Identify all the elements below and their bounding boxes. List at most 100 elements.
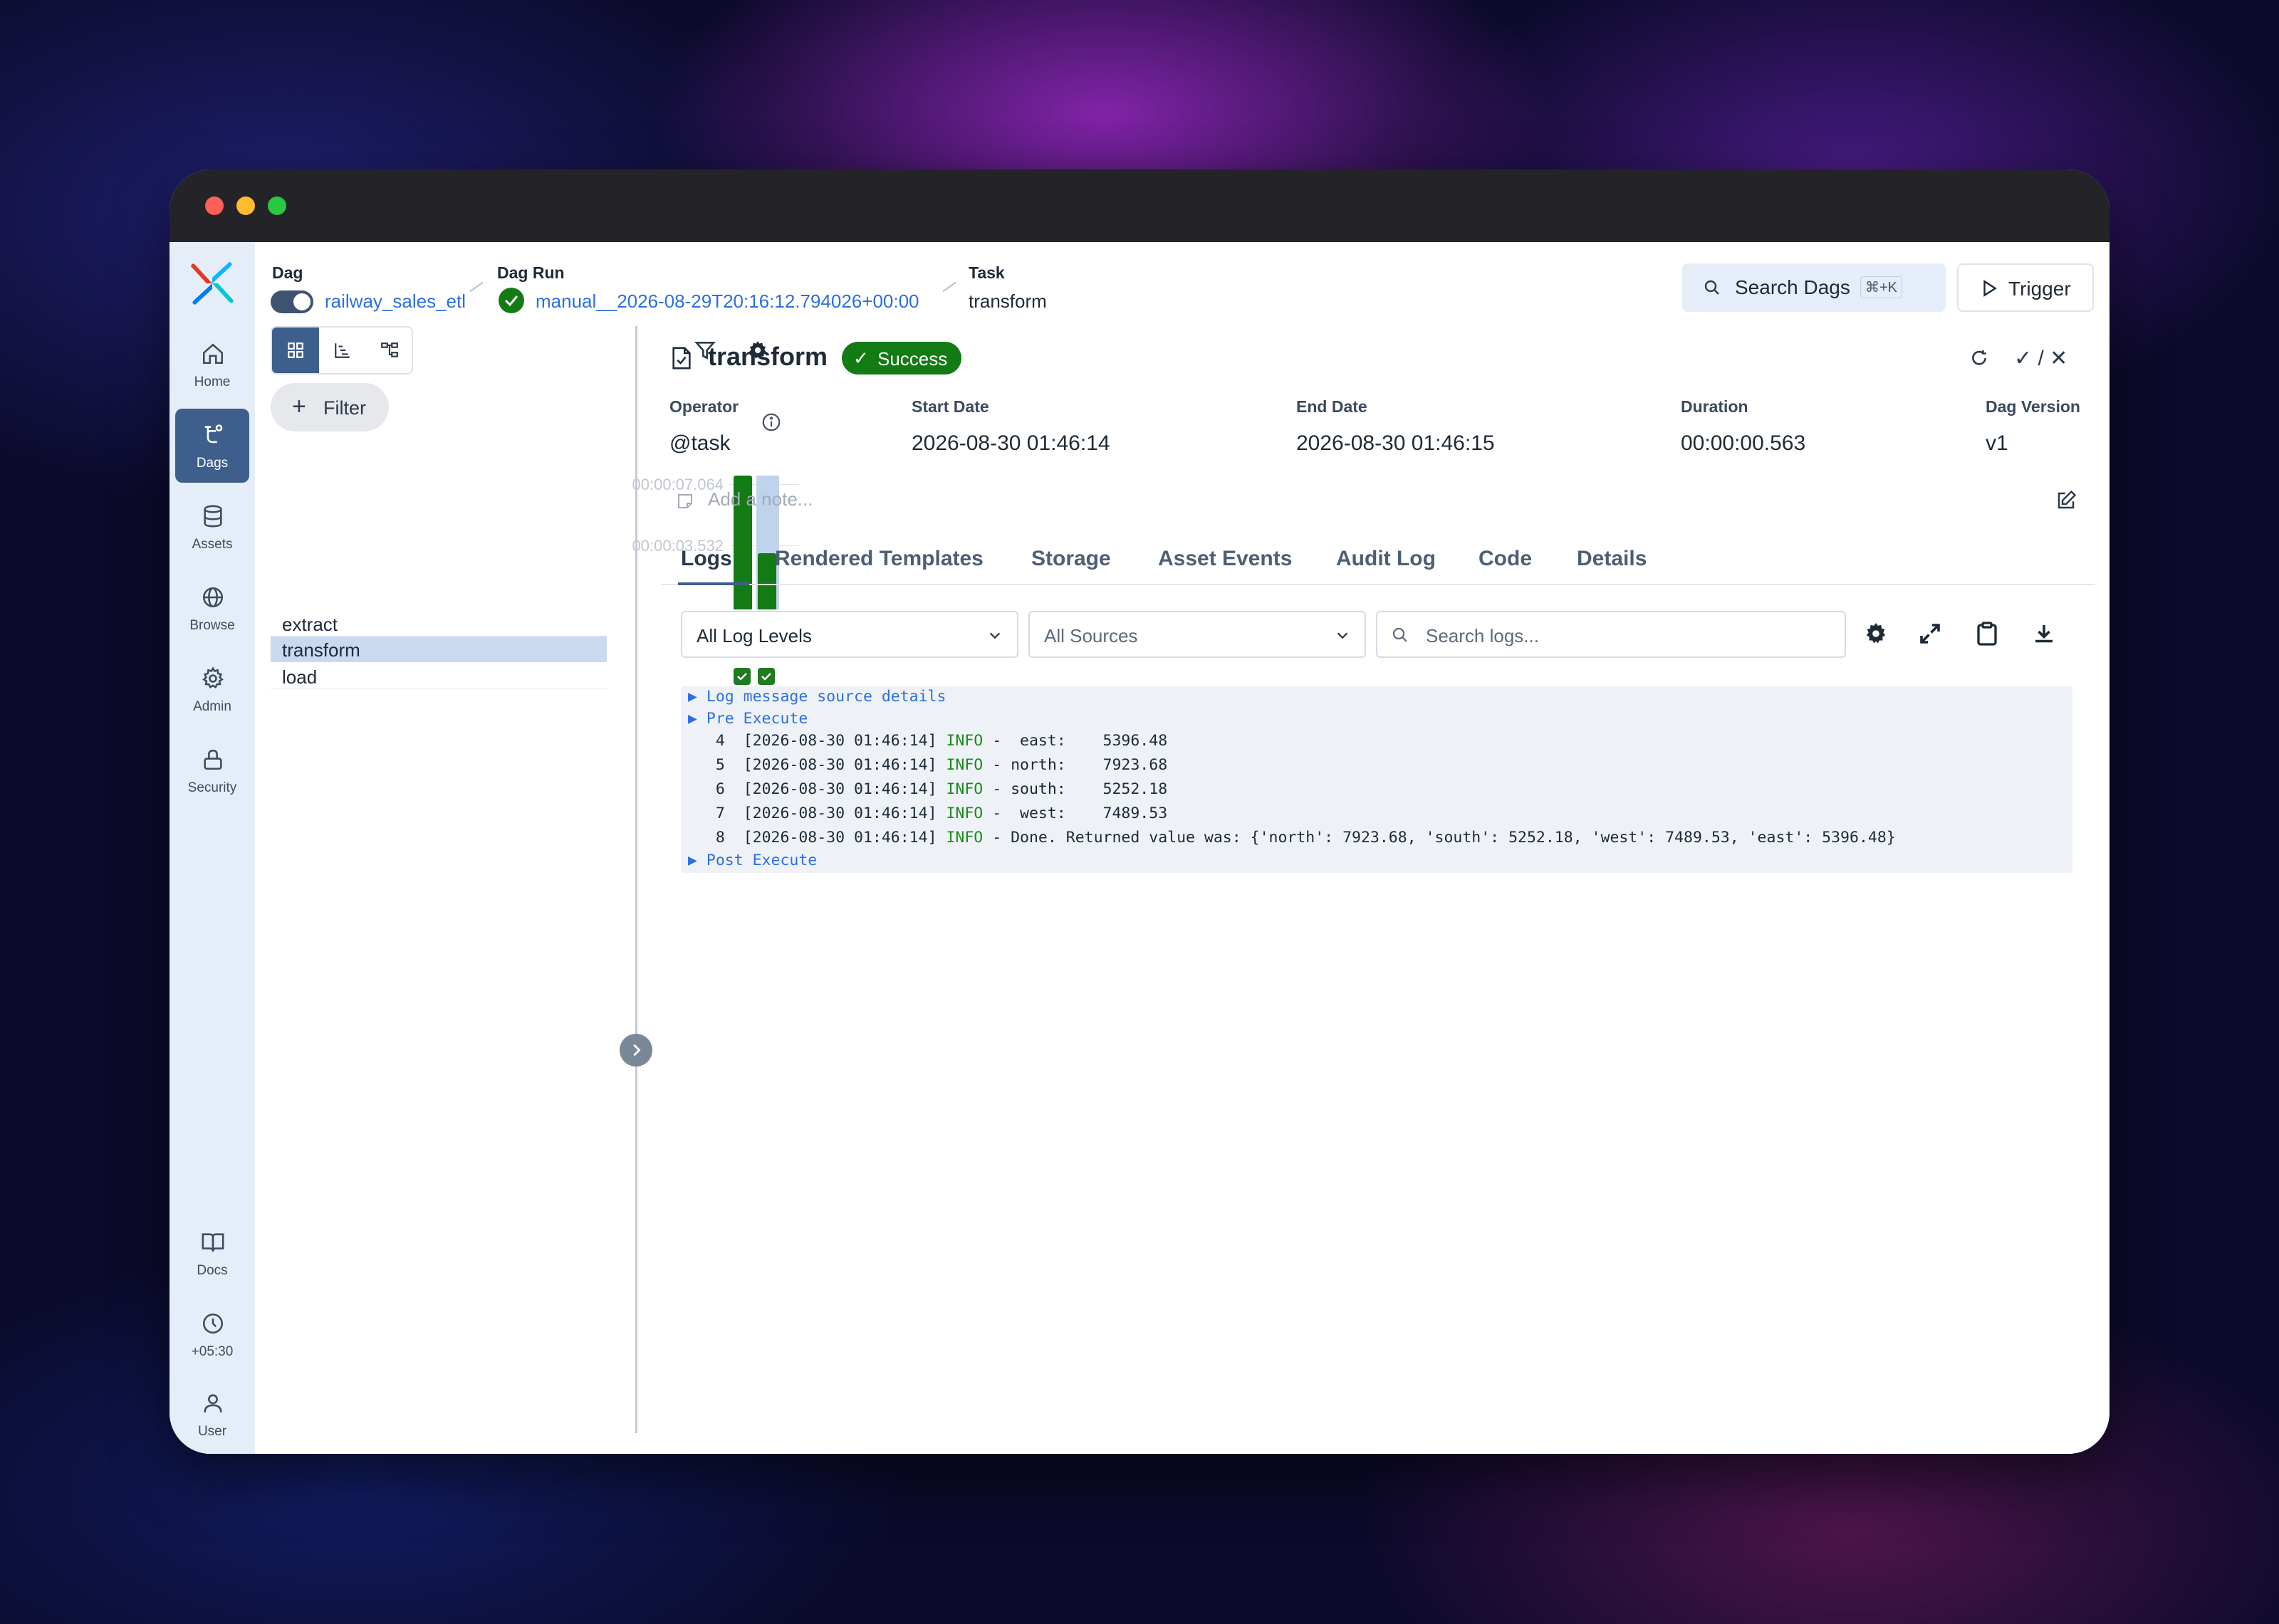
tabs-underline [661, 584, 2095, 585]
task-state-label: Success [877, 348, 948, 370]
start-date-value: 2026-08-30 01:46:14 [912, 431, 1110, 455]
breadcrumb-run-link[interactable]: manual__2026-08-29T20:16:12.794026+00:00 [536, 290, 919, 313]
nav-docs[interactable]: Docs [175, 1216, 249, 1290]
tab-asset-events[interactable]: Asset Events [1158, 547, 1292, 571]
dag-pause-toggle[interactable] [271, 290, 313, 313]
grid-view-button[interactable] [272, 328, 319, 373]
search-dags-button[interactable]: Search Dags ⌘+K [1682, 263, 1946, 312]
log-line: 8 [2026-08-30 01:46:14] INFO - Done. Ret… [688, 829, 1896, 847]
log-level: INFO [946, 756, 984, 774]
breadcrumb-dag-link[interactable]: railway_sales_etl [325, 290, 466, 313]
log-line-number: 8 [715, 829, 725, 847]
log-group-post-execute[interactable]: ▶ Post Execute [688, 852, 817, 869]
log-group-pre-execute[interactable]: ▶ Pre Execute [688, 710, 808, 728]
user-icon [204, 1394, 222, 1413]
log-line-number: 7 [715, 805, 725, 822]
zoom-window-button[interactable] [268, 197, 286, 215]
log-message: - east: 5396.48 [983, 732, 1168, 750]
task-title: transform [708, 342, 828, 371]
search-dags-label: Search Dags [1735, 276, 1850, 298]
breadcrumb-separator [469, 281, 484, 293]
gantt-view-button[interactable] [319, 328, 366, 373]
nav-security[interactable]: Security [175, 733, 249, 807]
log-level: INFO [946, 732, 984, 750]
trigger-button[interactable]: Trigger [1957, 263, 2094, 312]
lock-icon [204, 749, 222, 770]
tab-code[interactable]: Code [1479, 547, 1532, 571]
nav-docs-label: Docs [197, 1263, 228, 1278]
download-icon[interactable] [2031, 621, 2057, 646]
dag-version-value: v1 [1986, 431, 2008, 455]
log-level-select[interactable]: All Log Levels [681, 611, 1018, 658]
clock-icon [202, 1313, 224, 1334]
expand-icon[interactable] [1917, 621, 1943, 646]
nav-dags-label: Dags [196, 456, 229, 471]
nav-admin[interactable]: Admin [175, 652, 249, 726]
filter-label: Filter [323, 397, 366, 419]
gear-icon [202, 666, 224, 689]
nav-user[interactable]: User [175, 1377, 249, 1451]
clipboard-icon[interactable] [1974, 621, 2000, 646]
dag-version-label: Dag Version [1986, 397, 2080, 416]
task-row-transform[interactable]: transform [271, 636, 607, 662]
mark-state-menu[interactable]: ✓ / ✕ [2014, 346, 2067, 371]
task-instance-success-cell[interactable] [758, 668, 775, 685]
run-duration-bar-selected[interactable] [758, 553, 776, 609]
nav-home-label: Home [194, 374, 231, 389]
grid-icon [288, 342, 303, 358]
tab-audit-log[interactable]: Audit Log [1336, 547, 1436, 571]
log-source-select[interactable]: All Sources [1028, 611, 1366, 658]
task-row-extract[interactable]: extract [271, 611, 751, 636]
operator-value: @task [669, 431, 731, 455]
gantt-icon [335, 343, 350, 358]
log-group-source-details[interactable]: ▶ Log message source details [688, 688, 946, 706]
log-settings-icon[interactable] [1863, 621, 1889, 646]
task-name: transform [282, 639, 360, 661]
log-line-number: 5 [715, 756, 725, 774]
close-window-button[interactable] [205, 197, 224, 215]
end-date-value: 2026-08-30 01:46:15 [1296, 431, 1495, 455]
log-timestamp: [2026-08-30 01:46:14] [743, 805, 937, 822]
breadcrumb-task-value: transform [969, 290, 1047, 312]
breadcrumb-task-label: Task [969, 263, 1005, 282]
tab-details[interactable]: Details [1577, 547, 1647, 571]
log-level: INFO [946, 829, 984, 847]
tab-rendered-templates[interactable]: Rendered Templates [775, 547, 984, 571]
nav-dags[interactable]: Dags [175, 409, 249, 483]
add-filter-button[interactable]: + Filter [271, 383, 389, 431]
task-name: load [282, 666, 318, 688]
active-tab-indicator [678, 582, 749, 585]
nav-timezone-label: +05:30 [191, 1344, 234, 1359]
task-row-load[interactable]: load [271, 664, 607, 689]
refresh-icon[interactable] [1970, 349, 1988, 367]
nav-timezone[interactable]: +05:30 [175, 1297, 249, 1371]
log-group-label: Post Execute [706, 852, 818, 869]
panel-resize-divider[interactable] [635, 326, 637, 1433]
add-note-field[interactable]: Add a note... [708, 488, 813, 510]
search-logs-input[interactable]: Search logs... [1376, 611, 1846, 658]
log-group-label: Pre Execute [706, 710, 808, 728]
start-date-label: Start Date [912, 397, 989, 416]
info-icon[interactable] [761, 412, 782, 433]
nav-assets[interactable]: Assets [175, 490, 249, 564]
play-icon [1983, 280, 1997, 297]
task-instance-success-cell[interactable] [734, 668, 751, 685]
tab-storage[interactable]: Storage [1031, 547, 1111, 571]
tab-logs[interactable]: Logs [681, 547, 732, 571]
nav-assets-label: Assets [192, 537, 233, 552]
airflow-logo-icon[interactable] [188, 259, 236, 308]
collapse-panel-button[interactable] [620, 1034, 652, 1067]
edit-note-icon[interactable] [2055, 490, 2077, 511]
nav-browse[interactable]: Browse [175, 571, 249, 645]
log-level: INFO [946, 805, 984, 822]
minimize-window-button[interactable] [236, 197, 255, 215]
log-message: - Done. Returned value was: {'north': 79… [983, 829, 1896, 847]
log-line: 6 [2026-08-30 01:46:14] INFO - south: 52… [688, 780, 1167, 798]
log-message: - west: 7489.53 [983, 805, 1168, 822]
nav-home[interactable]: Home [175, 328, 249, 402]
search-icon [1392, 627, 1407, 642]
log-timestamp: [2026-08-30 01:46:14] [743, 829, 937, 847]
log-line-number: 6 [715, 780, 725, 798]
graph-view-button[interactable] [366, 328, 413, 373]
log-line-number: 4 [715, 732, 725, 750]
